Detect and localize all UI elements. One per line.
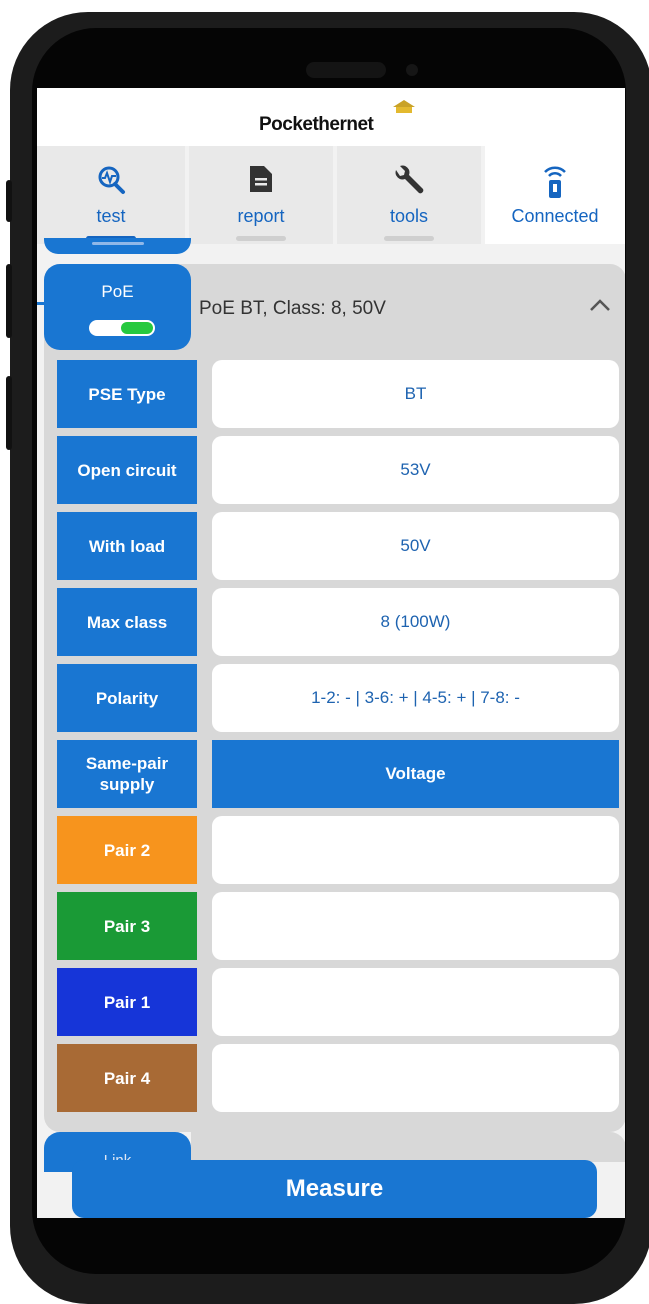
poe-row-value: 50V bbox=[212, 512, 619, 580]
poe-row-label: Open circuit bbox=[57, 436, 197, 504]
poe-summary: PoE BT, Class: 8, 50V bbox=[199, 298, 386, 319]
poe-row-value bbox=[212, 892, 619, 960]
tab-report-label: report bbox=[237, 206, 285, 226]
volume-down-button bbox=[6, 376, 12, 450]
measure-button-label: Measure bbox=[285, 1175, 384, 1202]
poe-row-label: Pair 4 bbox=[57, 1044, 197, 1112]
test-content: PoE PoE BT, Class: 8, 50V PSE Type BT Open… bbox=[37, 238, 625, 1218]
poe-row-value: BT bbox=[212, 360, 619, 428]
poe-row-label: Polarity bbox=[57, 664, 197, 732]
speaker-grille bbox=[306, 62, 386, 78]
poe-row-value: 1-2: - | 3-6: + | 4-5: + | 7-8: - bbox=[212, 664, 619, 732]
previous-section-tab[interactable] bbox=[44, 238, 191, 254]
poe-row-value bbox=[212, 968, 619, 1036]
tab-test[interactable]: test bbox=[37, 146, 185, 244]
tab-report[interactable]: report bbox=[189, 146, 333, 244]
poe-row-value: 53V bbox=[212, 436, 619, 504]
poe-tab-label: PoE bbox=[101, 282, 134, 301]
poe-row-label: Pair 3 bbox=[57, 892, 197, 960]
poe-row-label: Pair 1 bbox=[57, 968, 197, 1036]
poe-row-value bbox=[212, 1044, 619, 1112]
poe-row-value bbox=[212, 816, 619, 884]
chevron-up-icon[interactable] bbox=[589, 298, 611, 317]
poe-section-tab[interactable]: PoE bbox=[44, 264, 191, 350]
drag-handle bbox=[92, 242, 144, 245]
poe-row-label: PSE Type bbox=[57, 360, 197, 428]
main-tabs: test report tools Connected bbox=[37, 146, 625, 305]
app-screen: Pockethernet test report tools Connected… bbox=[37, 88, 625, 1218]
poe-row-label: Max class bbox=[57, 588, 197, 656]
tab-report-indicator bbox=[236, 236, 286, 241]
mute-switch bbox=[6, 180, 12, 222]
app-header: Pockethernet bbox=[37, 88, 625, 146]
volume-up-button bbox=[6, 264, 12, 338]
tab-connected[interactable]: Connected bbox=[485, 146, 625, 244]
logo-roof-icon bbox=[393, 100, 415, 113]
device-connected-icon bbox=[540, 164, 570, 205]
poe-row-label: Pair 2 bbox=[57, 816, 197, 884]
tab-test-label: test bbox=[96, 206, 126, 226]
brand-logo: Pockethernet bbox=[259, 114, 374, 135]
wrench-icon bbox=[392, 164, 426, 201]
tab-tools[interactable]: tools bbox=[337, 146, 481, 244]
front-camera bbox=[406, 64, 418, 76]
poe-row-label: Same-pair supply bbox=[57, 740, 197, 808]
poe-toggle-knob bbox=[121, 322, 153, 334]
tab-connected-label: Connected bbox=[511, 206, 599, 226]
poe-toggle[interactable] bbox=[89, 320, 155, 336]
test-icon bbox=[95, 164, 127, 201]
poe-row-value: 8 (100W) bbox=[212, 588, 619, 656]
report-icon bbox=[248, 164, 274, 199]
tab-tools-indicator bbox=[384, 236, 434, 241]
measure-button[interactable]: Measure bbox=[72, 1160, 597, 1218]
poe-row-value[interactable]: Voltage bbox=[212, 740, 619, 808]
tab-tools-label: tools bbox=[389, 206, 429, 226]
poe-row-label: With load bbox=[57, 512, 197, 580]
link-card bbox=[191, 1132, 625, 1162]
